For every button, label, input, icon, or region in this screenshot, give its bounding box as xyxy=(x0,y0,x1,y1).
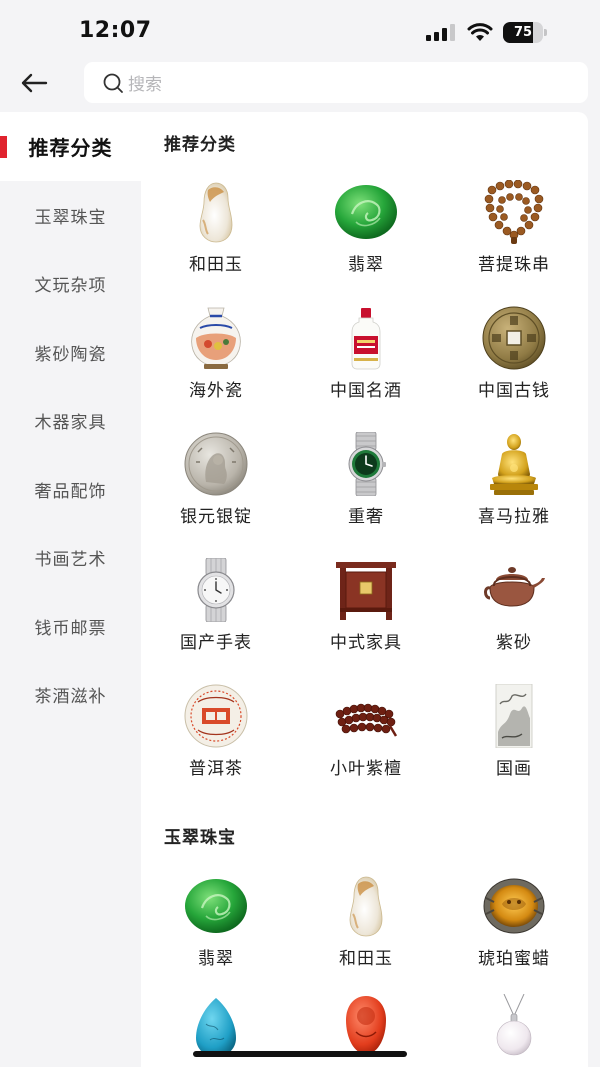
category-item[interactable]: 海外瓷 xyxy=(141,306,291,426)
category-item[interactable]: 银元银锭 xyxy=(141,432,291,552)
category-item[interactable]: 小叶紫檀 xyxy=(291,684,441,804)
luxury-watch-icon xyxy=(334,432,398,496)
sidebar-item-2[interactable]: 玉翠珠宝 xyxy=(0,181,141,250)
search-input[interactable]: 搜索 xyxy=(84,62,588,103)
sidebar-item-3[interactable]: 文玩杂项 xyxy=(0,250,141,319)
category-item[interactable]: 国产手表 xyxy=(141,558,291,678)
category-label: 翡翠 xyxy=(198,949,234,969)
chinese-painting-icon xyxy=(482,684,546,748)
category-label: 紫砂 xyxy=(496,633,532,653)
category-item[interactable]: 翡翠 xyxy=(291,180,441,300)
sidebar-item-5[interactable]: 木器家具 xyxy=(0,387,141,456)
category-item[interactable]: 翡翠 xyxy=(141,874,291,994)
overseas-porcelain-icon xyxy=(184,306,248,370)
category-label: 菩提珠串 xyxy=(478,255,550,275)
pearl-pendant-icon xyxy=(482,994,546,1058)
liquor-bottle-icon xyxy=(334,306,398,370)
chinese-furniture-icon xyxy=(334,558,398,622)
sidebar-item-9[interactable]: 茶酒滋补 xyxy=(0,661,141,730)
category-item[interactable]: 和田玉 xyxy=(291,874,441,994)
section-title: 推荐分类 xyxy=(164,135,236,155)
category-item[interactable]: 普洱茶 xyxy=(141,684,291,804)
puer-tea-cake-icon xyxy=(184,684,248,748)
wifi-icon xyxy=(467,23,493,41)
search-icon xyxy=(103,73,123,93)
section-title: 玉翠珠宝 xyxy=(164,828,236,848)
category-label: 中国名酒 xyxy=(330,381,402,401)
category-sidebar: 推荐分类 玉翠珠宝 文玩杂项 紫砂陶瓷 木器家具 奢品配饰 书画艺术 钱币邮票 茶酒滋补 xyxy=(0,112,141,729)
category-item[interactable]: 琥珀蜜蜡 xyxy=(439,874,588,994)
category-label: 和田玉 xyxy=(339,949,393,969)
category-item[interactable]: 中式家具 xyxy=(291,558,441,678)
category-item[interactable]: 菩提珠串 xyxy=(439,180,588,300)
jadeite-icon xyxy=(334,180,398,244)
search-placeholder: 搜索 xyxy=(128,75,162,95)
turquoise-icon xyxy=(184,994,248,1058)
ancient-coin-icon xyxy=(482,306,546,370)
buddha-statue-icon xyxy=(482,432,546,496)
category-label: 重奢 xyxy=(348,507,384,527)
category-item[interactable]: 中国名酒 xyxy=(291,306,441,426)
sidebar-item-8[interactable]: 钱币邮票 xyxy=(0,592,141,661)
bodhi-beads-icon xyxy=(482,180,546,244)
status-bar: 12:07 75 xyxy=(0,0,600,62)
category-label: 翡翠 xyxy=(348,255,384,275)
category-item[interactable]: 中国古钱 xyxy=(439,306,588,426)
category-label: 银元银锭 xyxy=(180,507,252,527)
back-arrow-icon xyxy=(21,73,48,93)
category-label: 和田玉 xyxy=(189,255,243,275)
red-coral-icon xyxy=(334,994,398,1058)
sidebar-item-4[interactable]: 紫砂陶瓷 xyxy=(0,318,141,387)
silver-dollar-icon xyxy=(184,432,248,496)
domestic-watch-icon xyxy=(184,558,248,622)
category-label: 国画 xyxy=(496,759,532,779)
amber-ring-icon xyxy=(482,874,546,938)
category-content: 推荐分类 和田玉 翡翠 菩提珠串 海外瓷 中国名酒 中国古钱 银元银锭 重奢 喜马拉雅 国产手表 中式… xyxy=(141,112,588,1067)
battery-body: 75 xyxy=(503,22,543,43)
sandalwood-beads-icon xyxy=(334,684,398,748)
battery-percent: 75 xyxy=(513,25,533,40)
category-item[interactable]: 和田玉 xyxy=(141,180,291,300)
status-time: 12:07 xyxy=(79,18,152,43)
cellular-signal-icon xyxy=(426,24,455,41)
category-item[interactable]: 喜马拉雅 xyxy=(439,432,588,552)
category-item[interactable]: 重奢 xyxy=(291,432,441,552)
category-label: 普洱茶 xyxy=(189,759,243,779)
category-label: 海外瓷 xyxy=(189,381,243,401)
category-label: 小叶紫檀 xyxy=(330,759,402,779)
category-label: 琥珀蜜蜡 xyxy=(478,949,550,969)
category-item[interactable]: 国画 xyxy=(439,684,588,804)
category-item[interactable] xyxy=(439,994,588,1067)
jadeite-icon xyxy=(184,874,248,938)
teapot-icon xyxy=(482,558,546,622)
category-label: 国产手表 xyxy=(180,633,252,653)
battery-indicator: 75 xyxy=(503,22,547,43)
sidebar-item-7[interactable]: 书画艺术 xyxy=(0,524,141,593)
category-item[interactable]: 紫砂 xyxy=(439,558,588,678)
hetian-jade-icon xyxy=(184,180,248,244)
category-label: 中国古钱 xyxy=(478,381,550,401)
home-indicator xyxy=(193,1051,407,1057)
sidebar-item-1[interactable]: 推荐分类 xyxy=(0,112,141,181)
hetian-jade-icon xyxy=(334,874,398,938)
back-button[interactable] xyxy=(18,68,50,98)
category-label: 喜马拉雅 xyxy=(478,507,550,527)
sidebar-item-6[interactable]: 奢品配饰 xyxy=(0,455,141,524)
category-label: 中式家具 xyxy=(330,633,402,653)
battery-cap xyxy=(544,29,547,36)
